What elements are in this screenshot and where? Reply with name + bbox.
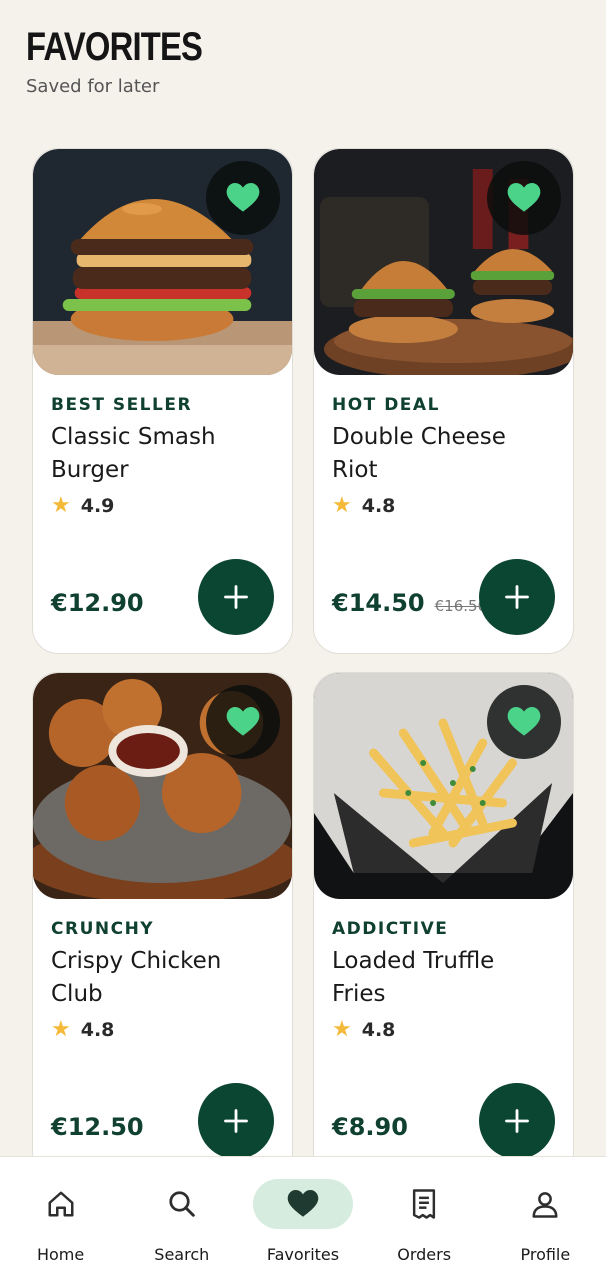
product-price: €12.90 — [51, 589, 144, 617]
nav-label: Search — [154, 1245, 210, 1264]
product-card[interactable]: CRUNCHY Crispy Chicken Club ★ 4.8 €12.50 — [32, 672, 293, 1178]
nav-label: Orders — [397, 1245, 452, 1264]
product-image — [314, 673, 573, 899]
nav-item-favorites[interactable]: Favorites — [242, 1157, 363, 1280]
price-row: €12.50 — [51, 1113, 144, 1141]
price-row: €14.50 €16.50 — [332, 589, 487, 617]
add-to-cart-button[interactable] — [479, 1083, 555, 1159]
product-tag: CRUNCHY — [51, 919, 155, 939]
receipt-icon — [413, 1189, 436, 1219]
product-card[interactable]: HOT DEAL Double Cheese Riot ★ 4.8 €14.50… — [313, 148, 574, 654]
nav-label: Profile — [520, 1245, 571, 1264]
nav-item-profile[interactable]: Profile — [485, 1157, 606, 1280]
rating-value: 4.8 — [80, 1018, 115, 1041]
product-tag: HOT DEAL — [332, 395, 440, 415]
favorite-button[interactable] — [206, 685, 280, 759]
product-rating: ★ 4.9 — [51, 493, 274, 518]
rating-value: 4.8 — [361, 1018, 396, 1041]
plus-icon — [224, 1109, 248, 1133]
page-title: FAVORITES — [26, 25, 203, 69]
add-to-cart-button[interactable] — [198, 1083, 274, 1159]
product-price: €14.50 — [332, 589, 425, 617]
product-tag: ADDICTIVE — [332, 919, 449, 939]
page-subtitle: Saved for later — [26, 76, 160, 97]
product-name: Loaded Truffle Fries — [332, 948, 495, 1007]
add-to-cart-button[interactable] — [479, 559, 555, 635]
favorite-button[interactable] — [487, 685, 561, 759]
heart-icon — [507, 183, 541, 212]
product-image — [33, 149, 292, 375]
product-name: Double Cheese Riot — [332, 424, 506, 483]
plus-icon — [505, 585, 529, 609]
rating-value: 4.8 — [361, 494, 396, 517]
nav-label: Home — [36, 1245, 85, 1264]
search-icon — [169, 1191, 195, 1217]
star-icon: ★ — [332, 1017, 352, 1042]
nav-item-home[interactable]: Home — [0, 1157, 121, 1280]
add-to-cart-button[interactable] — [198, 559, 274, 635]
home-icon — [48, 1191, 74, 1217]
rating-value: 4.9 — [80, 494, 115, 517]
heart-icon — [226, 707, 260, 736]
product-card[interactable]: ADDICTIVE Loaded Truffle Fries ★ 4.8 €8.… — [313, 672, 574, 1178]
plus-icon — [224, 585, 248, 609]
plus-icon — [505, 1109, 529, 1133]
product-image — [314, 149, 573, 375]
bottom-nav: Home Search Favorites Orders Profile — [0, 1156, 606, 1280]
product-price: €8.90 — [332, 1113, 408, 1141]
heart-icon — [507, 707, 541, 736]
page-header: FAVORITES Saved for later — [26, 24, 241, 97]
product-rating: ★ 4.8 — [332, 1017, 555, 1042]
product-rating: ★ 4.8 — [51, 1017, 274, 1042]
heart-icon — [226, 183, 260, 212]
product-image — [33, 673, 292, 899]
product-card[interactable]: BEST SELLER Classic Smash Burger ★ 4.9 €… — [32, 148, 293, 654]
heart-icon — [287, 1190, 319, 1217]
nav-item-search[interactable]: Search — [121, 1157, 242, 1280]
product-tag: BEST SELLER — [51, 395, 193, 415]
price-row: €12.90 — [51, 589, 144, 617]
nav-label: Favorites — [266, 1245, 340, 1264]
product-rating: ★ 4.8 — [332, 493, 555, 518]
star-icon: ★ — [51, 493, 71, 518]
favorite-button[interactable] — [206, 161, 280, 235]
star-icon: ★ — [51, 1017, 71, 1042]
product-name: Crispy Chicken Club — [51, 948, 222, 1007]
star-icon: ★ — [332, 493, 352, 518]
price-row: €8.90 — [332, 1113, 408, 1141]
favorite-button[interactable] — [487, 161, 561, 235]
product-name: Classic Smash Burger — [51, 424, 216, 483]
product-price: €12.50 — [51, 1113, 144, 1141]
nav-item-orders[interactable]: Orders — [364, 1157, 485, 1280]
user-icon — [532, 1192, 558, 1218]
